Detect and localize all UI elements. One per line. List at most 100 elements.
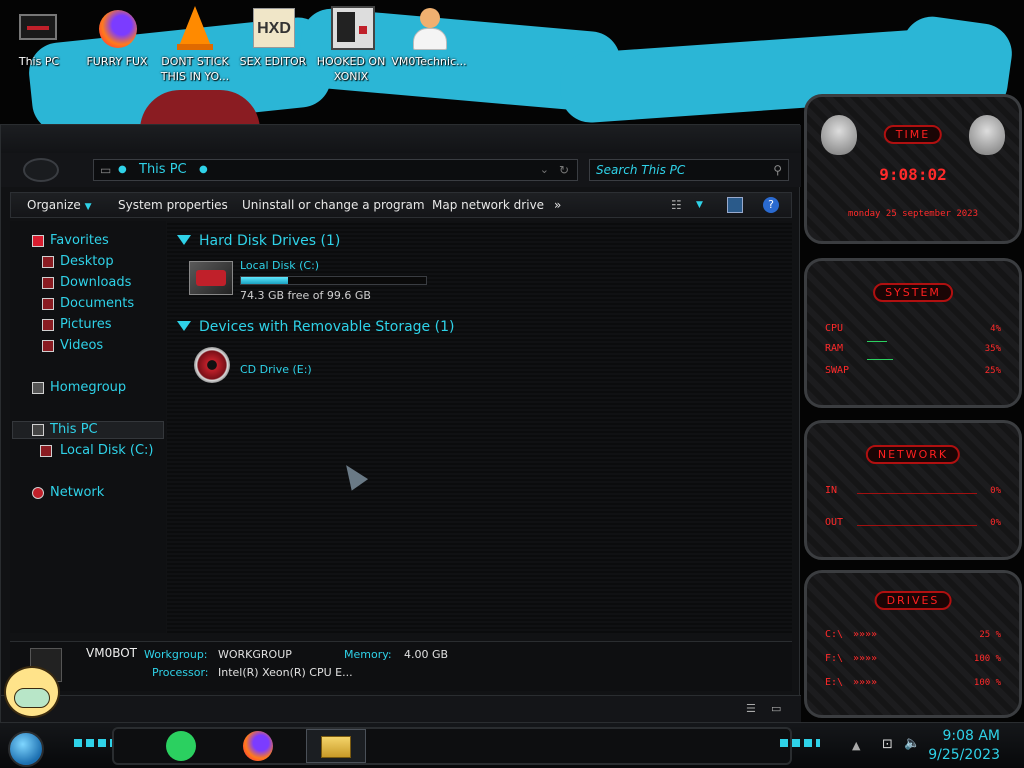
gadget-date: monday 25 september 2023 [847, 209, 979, 219]
technician-user-icon [407, 6, 451, 50]
gadget-header: DRIVES [874, 591, 952, 610]
breadcrumb-dropdown-icon[interactable]: ● [199, 160, 208, 180]
network-in-graph [857, 493, 977, 494]
details-view-icon[interactable]: ☰ [746, 702, 756, 715]
organize-label: Organize [27, 198, 81, 212]
taskbar-firefox[interactable] [240, 729, 276, 763]
ram-graph-line [867, 341, 887, 342]
drive-c-free-space: 74.3 GB free of 99.6 GB [240, 289, 371, 302]
help-icon[interactable]: ? [763, 197, 779, 213]
organize-button[interactable]: Organize ▼ [27, 198, 92, 212]
uninstall-program-button[interactable]: Uninstall or change a program [242, 198, 425, 212]
network-row-label: IN [825, 485, 838, 496]
network-row-label: OUT [825, 517, 844, 528]
desktop-icon-sex-editor[interactable]: HXD SEX EDITOR [234, 6, 312, 69]
nav-videos[interactable]: Videos [60, 338, 103, 353]
drive-row-label: C:\ [825, 629, 844, 640]
search-icon[interactable]: ⚲ [773, 160, 782, 180]
collapse-group-icon[interactable] [177, 235, 191, 245]
system-row-value: 35% [984, 344, 1001, 354]
computer-icon: ▭ [100, 163, 112, 177]
back-forward-icon[interactable] [23, 158, 59, 182]
desktop-icon-furry-fux[interactable]: FURRY FUX [78, 6, 156, 69]
firefox-icon [243, 731, 273, 761]
system-properties-button[interactable]: System properties [118, 198, 228, 212]
cd-drive-icon [194, 347, 230, 383]
taskbar-file-explorer[interactable] [306, 729, 366, 763]
large-icons-view-icon[interactable]: ▭ [771, 702, 781, 715]
xonix-game-icon [329, 6, 375, 50]
address-bar[interactable]: ▭ ● This PC ● ⌄ ↻ [93, 159, 578, 181]
system-row-label: CPU [825, 323, 844, 334]
computer-name: VM0BOT [86, 646, 137, 660]
desktop-icon-label: DONT STICK THIS IN YO... [160, 55, 230, 83]
downloads-icon [42, 277, 54, 289]
memory-value: 4.00 GB [404, 648, 449, 661]
swap-graph-line [867, 359, 893, 360]
nav-network[interactable]: Network [50, 485, 104, 500]
start-button[interactable] [8, 731, 44, 767]
folder-icon [321, 736, 351, 758]
taskbar-notes-app[interactable] [162, 729, 198, 763]
chevron-down-icon[interactable]: ⌄ [540, 160, 549, 180]
desktop-icon-this-pc[interactable]: This PC [0, 6, 78, 69]
chevron-down-icon[interactable]: ▼ [696, 200, 703, 210]
desktop-icon-hooked-on-xonix[interactable]: HOOKED ON XONIX [312, 6, 390, 84]
nav-downloads[interactable]: Downloads [60, 275, 131, 290]
nav-favorites[interactable]: Favorites [50, 233, 109, 248]
videos-icon [42, 340, 54, 352]
file-explorer-window: ▭ ● This PC ● ⌄ ↻ Search This PC ⚲ Organ… [0, 124, 801, 723]
navigation-pane: Favorites Desktop Downloads Documents Pi… [10, 221, 166, 633]
firefox-icon [95, 6, 139, 50]
system-row-value: 25% [984, 366, 1001, 376]
drive-row-value: 100 % [973, 654, 1001, 664]
nav-homegroup[interactable]: Homegroup [50, 380, 126, 395]
taskbar-clock-time[interactable]: 9:08 AM [942, 728, 1000, 744]
group-header-hard-disk-drives[interactable]: Hard Disk Drives (1) [199, 233, 340, 249]
gadget-header: SYSTEM [873, 283, 953, 302]
drive-row-value: 100 % [973, 678, 1001, 688]
show-hidden-icons-icon[interactable]: ▲ [852, 739, 860, 752]
time-gadget: TIME 9:08:02 monday 25 september 2023 [804, 94, 1022, 244]
system-row-label: RAM [825, 343, 844, 354]
drive-c-name[interactable]: Local Disk (C:) [240, 259, 319, 272]
processor-value: Intel(R) Xeon(R) CPU E... [218, 666, 353, 679]
volume-icon[interactable]: 🔈 [904, 736, 920, 751]
nav-this-pc[interactable]: This PC [50, 422, 98, 437]
refresh-icon[interactable]: ↻ [559, 160, 569, 180]
alien-head-icon [969, 115, 1005, 155]
collapse-group-icon[interactable] [177, 321, 191, 331]
view-options-icon[interactable]: ☷ [671, 198, 682, 212]
drives-gadget: DRIVES C:\ »»»» 25 % F:\ »»»» 100 % E:\ … [804, 570, 1022, 718]
desktop-icon [42, 256, 54, 268]
group-header-removable-storage[interactable]: Devices with Removable Storage (1) [199, 319, 454, 335]
more-commands-button[interactable]: » [554, 198, 561, 212]
nav-local-disk-c[interactable]: Local Disk (C:) [60, 443, 153, 458]
search-input[interactable]: Search This PC ⚲ [589, 159, 789, 181]
nav-documents[interactable]: Documents [60, 296, 134, 311]
homegroup-icon [32, 382, 44, 394]
nav-desktop[interactable]: Desktop [60, 254, 114, 269]
network-status-icon[interactable]: ⊡ [882, 737, 893, 752]
window-title-bar[interactable] [1, 125, 801, 153]
mouse-cursor-icon [337, 459, 369, 491]
processor-label: Processor: [152, 666, 209, 679]
nav-pictures[interactable]: Pictures [60, 317, 111, 332]
workgroup-value: WORKGROUP [218, 648, 292, 661]
drive-row-label: F:\ [825, 653, 844, 664]
drive-c-usage-bar [240, 276, 427, 285]
drive-e-name[interactable]: CD Drive (E:) [240, 363, 312, 376]
hard-drive-icon [189, 261, 233, 295]
drive-usage-arrows: »»»» [853, 629, 878, 640]
taskbar-clock-date[interactable]: 9/25/2023 [928, 747, 1000, 763]
map-network-drive-button[interactable]: Map network drive [432, 198, 544, 212]
chevron-right-icon[interactable]: ● [118, 160, 127, 180]
breadcrumb-this-pc[interactable]: This PC [139, 162, 187, 177]
notes-app-icon [166, 731, 196, 761]
pictures-icon [42, 319, 54, 331]
hard-drive-icon [40, 445, 52, 457]
desktop-icon-vm0technic[interactable]: VM0Technic... [390, 6, 468, 69]
vlc-cone-icon [173, 6, 217, 50]
desktop-icon-dont-stick[interactable]: DONT STICK THIS IN YO... [156, 6, 234, 84]
preview-pane-icon[interactable] [727, 197, 743, 213]
